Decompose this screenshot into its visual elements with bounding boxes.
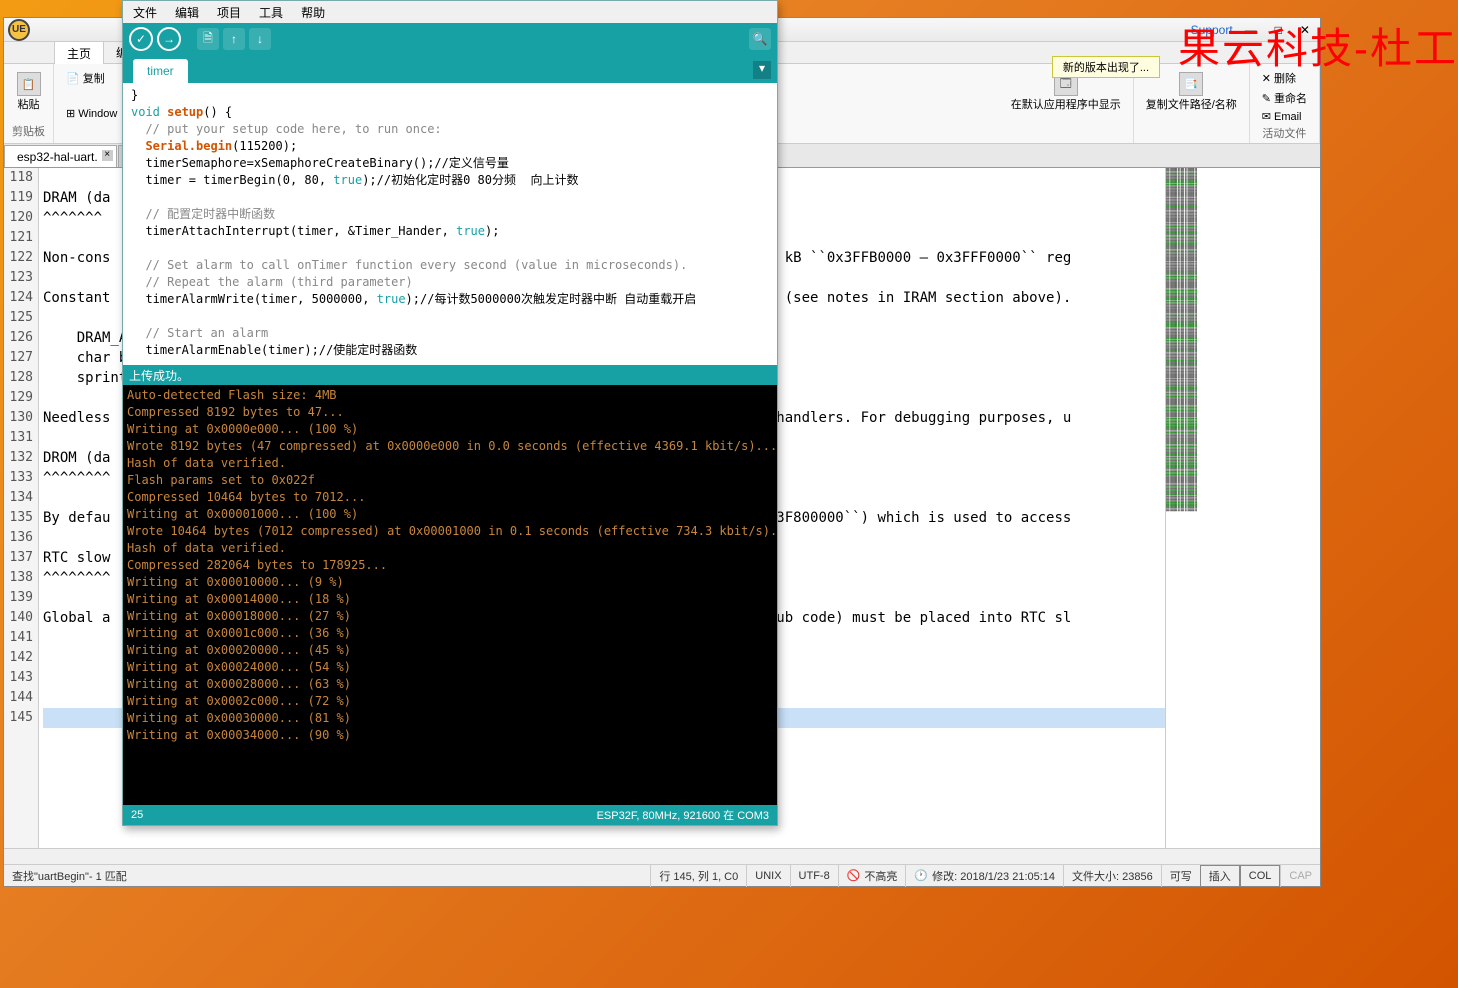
sketch-tab[interactable]: timer	[133, 59, 188, 83]
status-bar: 查找"uartBegin"- 1 匹配 行 145, 列 1, C0 UNIX …	[4, 864, 1320, 886]
eol-mode[interactable]: UNIX	[746, 865, 789, 887]
active-file-group-label: 活动文件	[1262, 125, 1306, 141]
console-line: Auto-detected Flash size: 4MB	[127, 387, 773, 404]
windows-dropdown[interactable]: ⊞ Window	[62, 105, 121, 122]
console-line: Hash of data verified.	[127, 455, 773, 472]
minimap[interactable]: ████ ████████ ██ ████ ██ ████████ ██ ███…	[1165, 168, 1320, 848]
delete-icon: ✕	[1262, 72, 1271, 85]
paste-button[interactable]: 📋 粘贴	[13, 68, 45, 116]
copy-button[interactable]: 📄 复制	[62, 68, 109, 88]
console-line: Writing at 0x00034000... (90 %)	[127, 727, 773, 744]
menu-item[interactable]: 工具	[253, 2, 289, 23]
arduino-console[interactable]: Auto-detected Flash size: 4MBCompressed …	[123, 385, 777, 805]
console-line: Writing at 0x0000e000... (100 %)	[127, 421, 773, 438]
console-line: Flash params set to 0x022f	[127, 472, 773, 489]
maximize-icon[interactable]: □	[1269, 23, 1288, 37]
email-icon: ✉	[1262, 110, 1271, 123]
menu-item[interactable]: 帮助	[295, 2, 331, 23]
menu-item[interactable]: 文件	[127, 2, 163, 23]
arduino-menubar: 文件编辑项目工具帮助	[123, 1, 777, 23]
console-line: Writing at 0x00028000... (63 %)	[127, 676, 773, 693]
rename-button[interactable]: ✎重命名	[1258, 88, 1311, 108]
console-line: Writing at 0x00010000... (9 %)	[127, 574, 773, 591]
console-line: Compressed 282064 bytes to 178925...	[127, 557, 773, 574]
caps-lock: CAP	[1280, 865, 1320, 887]
clipboard-group-label: 剪贴板	[12, 123, 45, 139]
open-sketch-button[interactable]: ↑	[223, 28, 245, 50]
cursor-pos: 行 145, 列 1, C0	[650, 865, 746, 887]
highlight-mode[interactable]: 🚫不高亮	[838, 865, 906, 887]
console-line: Writing at 0x0002c000... (72 %)	[127, 693, 773, 710]
upload-button[interactable]: →	[157, 27, 181, 51]
arduino-code-area[interactable]: } void setup() { // put your setup code …	[123, 83, 777, 365]
modified-time: 🕐修改: 2018/1/23 21:05:14	[905, 865, 1063, 887]
arduino-window: 文件编辑项目工具帮助 ✓ → 🗎 ↑ ↓ 🔍 timer ▾ } void se…	[122, 0, 778, 826]
console-line: Wrote 8192 bytes (47 compressed) at 0x00…	[127, 438, 773, 455]
console-line: Compressed 10464 bytes to 7012...	[127, 489, 773, 506]
verify-button[interactable]: ✓	[129, 27, 153, 51]
arduino-toolbar: ✓ → 🗎 ↑ ↓ 🔍	[123, 23, 777, 55]
arduino-tabbar: timer ▾	[123, 55, 777, 83]
status-board-info: ESP32F, 80MHz, 921600 在 COM3	[597, 807, 769, 823]
console-line: Writing at 0x0001c000... (36 %)	[127, 625, 773, 642]
file-size: 文件大小: 23856	[1063, 865, 1161, 887]
horizontal-scrollbar[interactable]	[4, 848, 1320, 864]
copy-icon: 📄	[66, 72, 80, 85]
ribbon-tab-home[interactable]: 主页	[54, 41, 104, 65]
email-button[interactable]: ✉Email	[1258, 108, 1306, 125]
support-link[interactable]: Support	[1191, 23, 1233, 37]
console-line: Writing at 0x00014000... (18 %)	[127, 591, 773, 608]
console-line: Wrote 10464 bytes (7012 compressed) at 0…	[127, 523, 773, 540]
arduino-statusbar: 25 ESP32F, 80MHz, 921600 在 COM3	[123, 805, 777, 825]
menu-item[interactable]: 项目	[211, 2, 247, 23]
col-mode[interactable]: COL	[1240, 865, 1281, 887]
paste-icon: 📋	[17, 72, 41, 96]
console-line: Compressed 8192 bytes to 47...	[127, 404, 773, 421]
console-line: Hash of data verified.	[127, 540, 773, 557]
line-gutter: 1181191201211221231241251261271281291301…	[4, 168, 39, 848]
console-line: Writing at 0x00024000... (54 %)	[127, 659, 773, 676]
ue-logo-icon: UE	[8, 19, 30, 41]
update-banner[interactable]: 新的版本出现了...	[1052, 56, 1160, 78]
rename-icon: ✎	[1262, 92, 1271, 105]
menu-item[interactable]: 编辑	[169, 2, 205, 23]
console-line: Writing at 0x00030000... (81 %)	[127, 710, 773, 727]
writable: 可写	[1161, 865, 1200, 887]
console-line: Writing at 0x00001000... (100 %)	[127, 506, 773, 523]
status-line-number: 25	[131, 809, 143, 821]
encoding[interactable]: UTF-8	[790, 865, 838, 887]
close-icon[interactable]: ✕	[1294, 23, 1316, 37]
paste-label: 粘贴	[18, 96, 40, 112]
tab-close-icon[interactable]: ×	[102, 150, 113, 161]
minimize-icon[interactable]: —	[1239, 23, 1263, 37]
windows-icon: ⊞	[66, 107, 75, 120]
save-sketch-button[interactable]: ↓	[249, 28, 271, 50]
delete-button[interactable]: ✕删除	[1258, 68, 1300, 88]
copy-path-icon: 📑	[1179, 72, 1203, 96]
console-header: 上传成功。	[123, 365, 777, 385]
console-line: Writing at 0x00020000... (45 %)	[127, 642, 773, 659]
tab-menu-icon[interactable]: ▾	[753, 61, 771, 79]
find-status: 查找"uartBegin"- 1 匹配	[4, 868, 127, 884]
new-sketch-button[interactable]: 🗎	[197, 28, 219, 50]
file-tab[interactable]: esp32-hal-uart.×	[4, 145, 117, 167]
serial-monitor-button[interactable]: 🔍	[749, 28, 771, 50]
insert-mode[interactable]: 插入	[1200, 865, 1240, 887]
console-line: Writing at 0x00018000... (27 %)	[127, 608, 773, 625]
